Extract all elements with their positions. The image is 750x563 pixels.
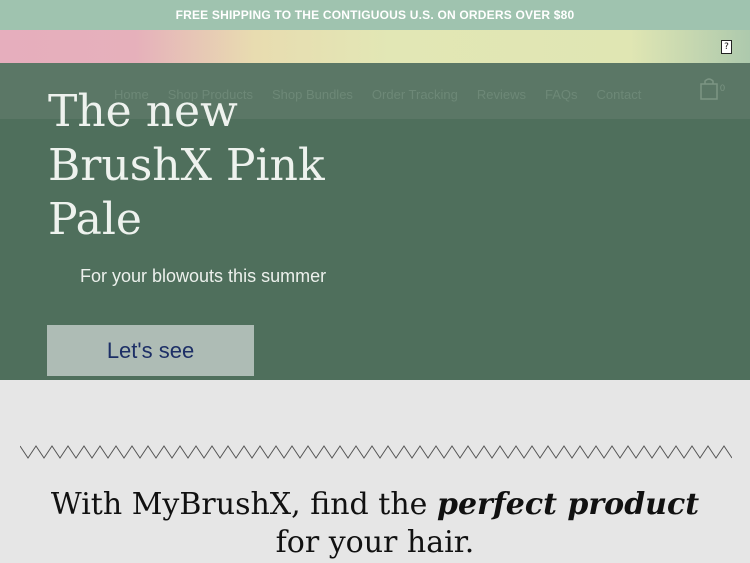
zigzag-divider [20, 445, 732, 459]
gradient-bar [0, 30, 750, 63]
hero-title: The new BrushX Pink Pale [48, 86, 325, 245]
nav-item-faqs[interactable]: FAQs [545, 87, 578, 102]
nav-item-order-tracking[interactable]: Order Tracking [372, 87, 458, 102]
hero-section: Home Shop Products Shop Bundles Order Tr… [0, 63, 750, 380]
tagline-emphasis: perfect product [436, 487, 700, 522]
announcement-text: FREE SHIPPING TO THE CONTIGUOUS U.S. ON … [175, 8, 575, 22]
tagline-part1: With MyBrushX, find the [50, 487, 437, 522]
shopping-bag-icon[interactable] [698, 77, 720, 101]
unknown-glyph-icon[interactable]: ? [721, 40, 732, 54]
announcement-bar: FREE SHIPPING TO THE CONTIGUOUS U.S. ON … [0, 0, 750, 30]
nav-item-reviews[interactable]: Reviews [477, 87, 526, 102]
tagline-heading: With MyBrushX, find the perfect product … [0, 486, 750, 562]
nav-item-contact[interactable]: Contact [597, 87, 642, 102]
lets-see-button[interactable]: Let's see [47, 325, 254, 376]
hero-subtitle: For your blowouts this summer [80, 266, 327, 286]
cart-count: 0 [720, 83, 726, 93]
tagline-part2: for your hair. [275, 525, 475, 560]
